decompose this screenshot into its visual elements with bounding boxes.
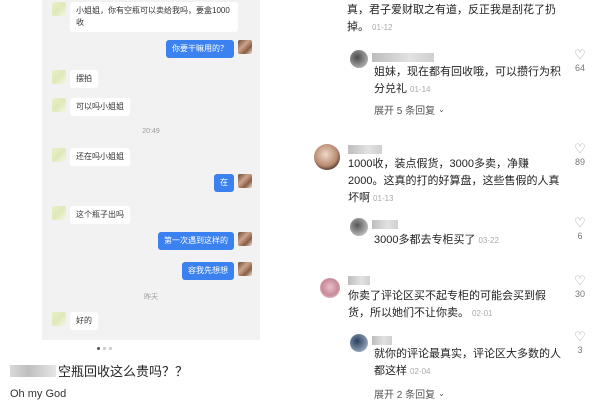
comment-date: 03-22 [478,236,499,245]
comment-text: 1000收，装点假货，3000多卖，净赚2000。这真的打的好算盘，这些售假的人… [348,156,563,207]
like-count: 30 [574,289,585,299]
self-avatar [238,40,252,54]
message-bubble: 可以吗小姐姐 [70,98,130,116]
like-count: 64 [574,63,585,73]
comment-date: 01-12 [372,23,393,32]
expand-replies-link[interactable]: 展开 5 条回复 ⌄ [374,102,445,117]
chat-message-incoming: 这个瓶子出吗 [52,206,130,224]
commenter-avatar[interactable] [320,278,340,298]
chat-message-outgoing: 你要干嘛用的？ [166,40,252,58]
like-button[interactable]: ♡ 89 [568,142,592,167]
reply-username[interactable] [372,220,398,229]
sender-avatar [52,148,66,162]
comment-date: 01-14 [410,85,431,94]
reply-username[interactable] [372,336,392,345]
heart-outline-icon: ♡ [574,215,586,230]
comment-text: 姐妹，现在都有回收哦，可以攒行为积分兑礼 01-14 [374,64,564,98]
redacted-username [372,336,392,345]
reply-avatar[interactable] [350,218,368,236]
sender-avatar [52,2,66,16]
message-bubble: 容我先想想 [182,262,234,280]
chevron-down-icon: ⌄ [438,389,445,398]
like-button[interactable]: ♡ 30 [568,274,592,299]
sender-avatar [52,98,66,112]
chat-message-incoming: 摆拍 [52,70,98,88]
chat-timestamp: 昨天 [144,294,158,301]
commenter-username[interactable] [348,276,370,285]
chat-message-outgoing: 在 [214,174,252,192]
post-title-text: 空瓶回收这么贵吗？？ [58,364,189,379]
chat-message-outgoing: 容我先想想 [182,262,252,280]
expand-replies-link[interactable]: 展开 2 条回复 ⌄ [374,386,445,400]
comment-body: 姐妹，现在都有回收哦，可以攒行为积分兑礼 [374,66,561,95]
redacted-username [348,145,382,154]
message-bubble: 在 [214,174,234,192]
comment-body: 你卖了评论区买不起专柜的可能会买到假货，所以她们不让你卖。 [348,290,546,319]
chat-message-incoming: 小姐姐，你有空瓶可以卖给我吗，要盒1000收 [52,2,242,32]
redacted-username [372,220,398,229]
self-avatar [238,174,252,188]
comment-body: 3000多都去专柜买了 [374,234,476,246]
heart-outline-icon: ♡ [574,141,586,156]
comment-text: 真，君子爱财取之有道，反正我是刮花了扔掉。 01-12 [347,2,562,36]
comment-text: 你卖了评论区买不起专柜的可能会买到假货，所以她们不让你卖。 02-01 [348,288,563,322]
chat-message-incoming: 好的 [52,312,98,330]
reply-avatar[interactable] [350,50,368,68]
carousel-dot[interactable] [109,347,112,350]
message-bubble: 第一次遇到这样的 [158,232,234,250]
expand-replies-label: 展开 5 条回复 [374,106,436,117]
message-bubble: 摆拍 [70,70,98,88]
carousel-dot[interactable] [103,347,106,350]
like-button[interactable]: ♡ 64 [568,48,592,73]
carousel-dot-active[interactable] [97,347,100,350]
heart-outline-icon: ♡ [574,273,586,288]
like-button[interactable]: ♡ 3 [568,330,592,355]
message-bubble: 这个瓶子出吗 [70,206,130,224]
like-count: 3 [577,345,583,355]
like-count: 89 [574,157,585,167]
message-bubble: 小姐姐，你有空瓶可以卖给我吗，要盒1000收 [70,2,238,32]
sender-avatar [52,70,66,84]
post-body: Oh my God [10,388,67,400]
self-avatar [238,262,252,276]
comment-body: 就你的评论最真实，评论区大多数的人都这样 [374,348,561,377]
commenter-avatar[interactable] [314,144,340,170]
comment-date: 02-01 [472,309,493,318]
message-bubble: 好的 [70,312,98,330]
like-button[interactable]: ♡ 6 [568,216,592,241]
reply-avatar[interactable] [350,334,368,352]
like-count: 6 [577,231,583,241]
chat-screenshot: 小姐姐，你有空瓶可以卖给我吗，要盒1000收 你要干嘛用的？ 摆拍 可以吗小姐姐… [42,0,260,340]
message-bubble: 你要干嘛用的？ [166,40,234,58]
message-bubble: 还在吗小姐姐 [70,148,130,166]
chat-message-incoming: 还在吗小姐姐 [52,148,130,166]
heart-outline-icon: ♡ [574,329,586,344]
chat-message-incoming: 可以吗小姐姐 [52,98,130,116]
chat-message-outgoing: 第一次遇到这样的 [158,232,252,250]
comment-date: 01-13 [373,194,394,203]
reply-username[interactable] [372,53,434,62]
heart-outline-icon: ♡ [574,47,586,62]
expand-replies-label: 展开 2 条回复 [374,390,436,400]
post-title: 空瓶回收这么贵吗？？ [10,361,188,380]
chat-timestamp: 20:49 [142,128,160,135]
self-avatar [238,232,252,246]
redacted-username [348,276,370,285]
commenter-username[interactable] [348,145,382,154]
carousel-indicator[interactable] [97,347,112,350]
comment-text: 就你的评论最真实，评论区大多数的人都这样 02-04 [374,346,564,380]
comment-text: 3000多都去专柜买了 03-22 [374,232,564,249]
sender-avatar [52,206,66,220]
sender-avatar [52,312,66,326]
comment-date: 02-04 [410,367,431,376]
chevron-down-icon: ⌄ [438,105,445,114]
redacted-username [372,53,434,62]
redacted-text [10,364,56,377]
